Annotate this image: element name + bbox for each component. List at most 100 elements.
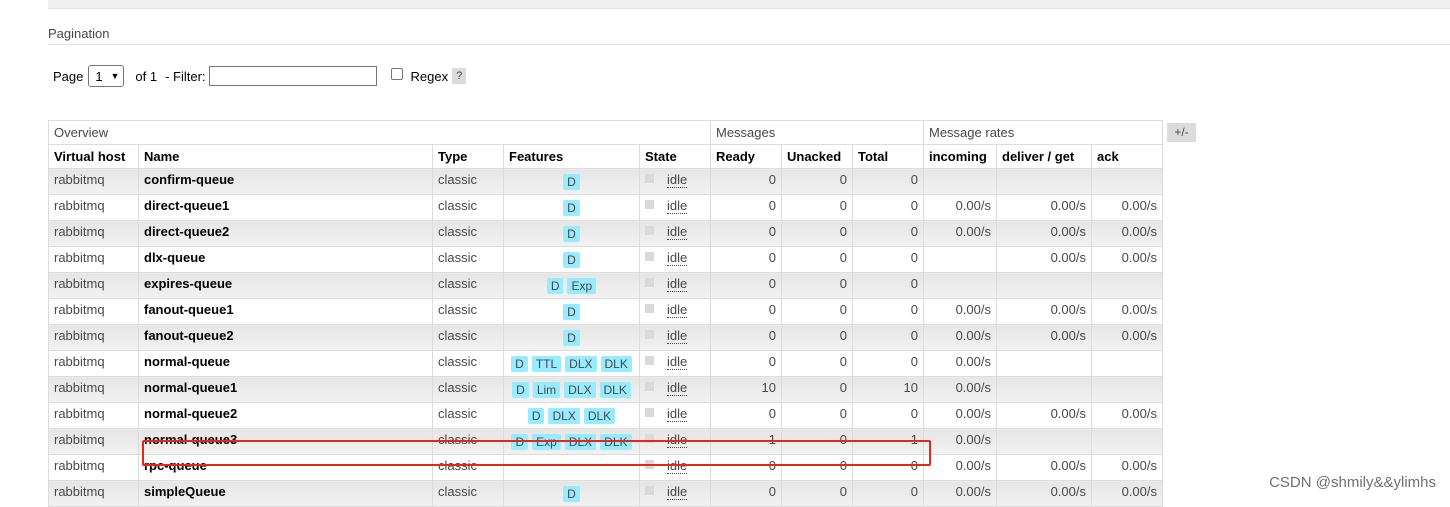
features-cell: D Lim DLX DLK bbox=[503, 376, 640, 403]
ack-rate-cell bbox=[1091, 350, 1163, 377]
filter-label: - Filter: bbox=[165, 68, 206, 84]
features-cell: D Exp bbox=[503, 272, 640, 299]
queue-name-link[interactable]: fanout-queue1 bbox=[138, 298, 433, 325]
page-select[interactable]: 1 ▼ bbox=[88, 65, 125, 87]
total-cell: 0 bbox=[852, 402, 924, 429]
state-cell: idle bbox=[639, 350, 711, 377]
unacked-cell: 0 bbox=[781, 350, 853, 377]
state-cell: idle bbox=[639, 298, 711, 325]
type-cell: classic bbox=[432, 298, 504, 325]
ready-cell: 0 bbox=[710, 168, 782, 195]
deliver-rate-cell bbox=[996, 272, 1092, 299]
queue-name-link[interactable]: normal-queue2 bbox=[138, 402, 433, 429]
incoming-rate-cell bbox=[923, 168, 997, 195]
table-row: rabbitmq normal-queue classic D TTL DLX DLK idl… bbox=[48, 350, 1163, 377]
column-header-name[interactable]: Name bbox=[138, 144, 433, 169]
column-header-deliver-get[interactable]: deliver / get bbox=[996, 144, 1092, 169]
feature-badge: DLK bbox=[599, 382, 631, 398]
ready-cell: 0 bbox=[710, 246, 782, 273]
state-cell: idle bbox=[639, 220, 711, 247]
total-cell: 0 bbox=[852, 298, 924, 325]
feature-badge: D bbox=[546, 278, 564, 294]
deliver-rate-cell: 0.00/s bbox=[996, 194, 1092, 221]
queue-name-link[interactable]: direct-queue2 bbox=[138, 220, 433, 247]
queue-name-link[interactable]: direct-queue1 bbox=[138, 194, 433, 221]
state-indicator-icon bbox=[645, 486, 654, 495]
ack-rate-cell: 0.00/s bbox=[1091, 194, 1163, 221]
chevron-down-icon: ▼ bbox=[110, 71, 120, 81]
queue-name-link[interactable]: fanout-queue2 bbox=[138, 324, 433, 351]
overview-group-header: Overview bbox=[48, 120, 711, 145]
pagination-controls: Page 1 ▼ of 1 - Filter: Regex ? bbox=[53, 64, 467, 88]
unacked-cell: 0 bbox=[781, 168, 853, 195]
ack-rate-cell: 0.00/s bbox=[1091, 298, 1163, 325]
vhost-cell: rabbitmq bbox=[48, 350, 139, 377]
ready-cell: 0 bbox=[710, 298, 782, 325]
incoming-rate-cell bbox=[923, 272, 997, 299]
feature-badge: DLX bbox=[564, 382, 596, 398]
queue-name-link[interactable]: expires-queue bbox=[138, 272, 433, 299]
state-cell: idle bbox=[639, 194, 711, 221]
vhost-cell: rabbitmq bbox=[48, 376, 139, 403]
ack-rate-cell: 0.00/s bbox=[1091, 220, 1163, 247]
type-cell: classic bbox=[432, 246, 504, 273]
state-indicator-icon bbox=[645, 200, 654, 209]
unacked-cell: 0 bbox=[781, 246, 853, 273]
deliver-rate-cell: 0.00/s bbox=[996, 324, 1092, 351]
feature-badge: DLK bbox=[600, 356, 632, 372]
features-cell: D bbox=[503, 220, 640, 247]
incoming-rate-cell bbox=[923, 246, 997, 273]
regex-help-button[interactable]: ? bbox=[452, 68, 467, 84]
messages-group-header: Messages bbox=[710, 120, 924, 145]
incoming-rate-cell: 0.00/s bbox=[923, 454, 997, 481]
state-cell: idle bbox=[639, 246, 711, 273]
feature-badge: D bbox=[512, 382, 529, 398]
state-label: idle bbox=[667, 328, 688, 344]
feature-badge: D bbox=[563, 226, 580, 242]
table-row: rabbitmq expires-queue classic D Exp idle 0 0 0 bbox=[48, 272, 1163, 299]
ack-rate-cell: 0.00/s bbox=[1091, 402, 1163, 429]
feature-badge: D bbox=[527, 408, 545, 424]
column-header-virtual-host[interactable]: Virtual host bbox=[48, 144, 139, 169]
column-header-incoming[interactable]: incoming bbox=[923, 144, 997, 169]
highlight-box bbox=[142, 440, 931, 466]
regex-checkbox[interactable] bbox=[390, 68, 403, 80]
ack-rate-cell bbox=[1091, 376, 1163, 403]
toggle-columns-button[interactable]: +/- bbox=[1167, 123, 1196, 142]
ack-rate-cell: 0.00/s bbox=[1091, 324, 1163, 351]
column-header-type[interactable]: Type bbox=[432, 144, 504, 169]
incoming-rate-cell: 0.00/s bbox=[923, 220, 997, 247]
features-cell: D bbox=[503, 194, 640, 221]
column-header-features[interactable]: Features bbox=[503, 144, 640, 169]
column-header-unacked[interactable]: Unacked bbox=[781, 144, 853, 169]
state-indicator-icon bbox=[645, 174, 654, 183]
column-header-total[interactable]: Total bbox=[852, 144, 924, 169]
queue-name-link[interactable]: normal-queue bbox=[138, 350, 433, 377]
features-cell: D bbox=[503, 246, 640, 273]
feature-badge: D bbox=[563, 304, 580, 320]
state-label: idle bbox=[667, 406, 688, 422]
state-label: idle bbox=[667, 354, 688, 370]
type-cell: classic bbox=[432, 324, 504, 351]
state-label: idle bbox=[667, 198, 688, 214]
type-cell: classic bbox=[432, 168, 504, 195]
incoming-rate-cell: 0.00/s bbox=[923, 350, 997, 377]
column-header-ack[interactable]: ack bbox=[1091, 144, 1163, 169]
queue-name-link[interactable]: confirm-queue bbox=[138, 168, 433, 195]
filter-input[interactable] bbox=[208, 66, 377, 86]
queue-name-link[interactable]: normal-queue1 bbox=[138, 376, 433, 403]
column-header-ready[interactable]: Ready bbox=[710, 144, 782, 169]
state-label: idle bbox=[667, 172, 688, 188]
ready-cell: 0 bbox=[710, 220, 782, 247]
vhost-cell: rabbitmq bbox=[48, 168, 139, 195]
deliver-rate-cell: 0.00/s bbox=[996, 454, 1092, 481]
total-cell: 0 bbox=[852, 168, 924, 195]
state-cell: idle bbox=[639, 272, 711, 299]
queue-name-link[interactable]: dlx-queue bbox=[138, 246, 433, 273]
total-cell: 0 bbox=[852, 350, 924, 377]
state-label: idle bbox=[667, 250, 688, 266]
state-label: idle bbox=[667, 380, 688, 396]
column-header-state[interactable]: State bbox=[639, 144, 711, 169]
state-cell: idle bbox=[639, 324, 711, 351]
state-indicator-icon bbox=[645, 252, 654, 261]
